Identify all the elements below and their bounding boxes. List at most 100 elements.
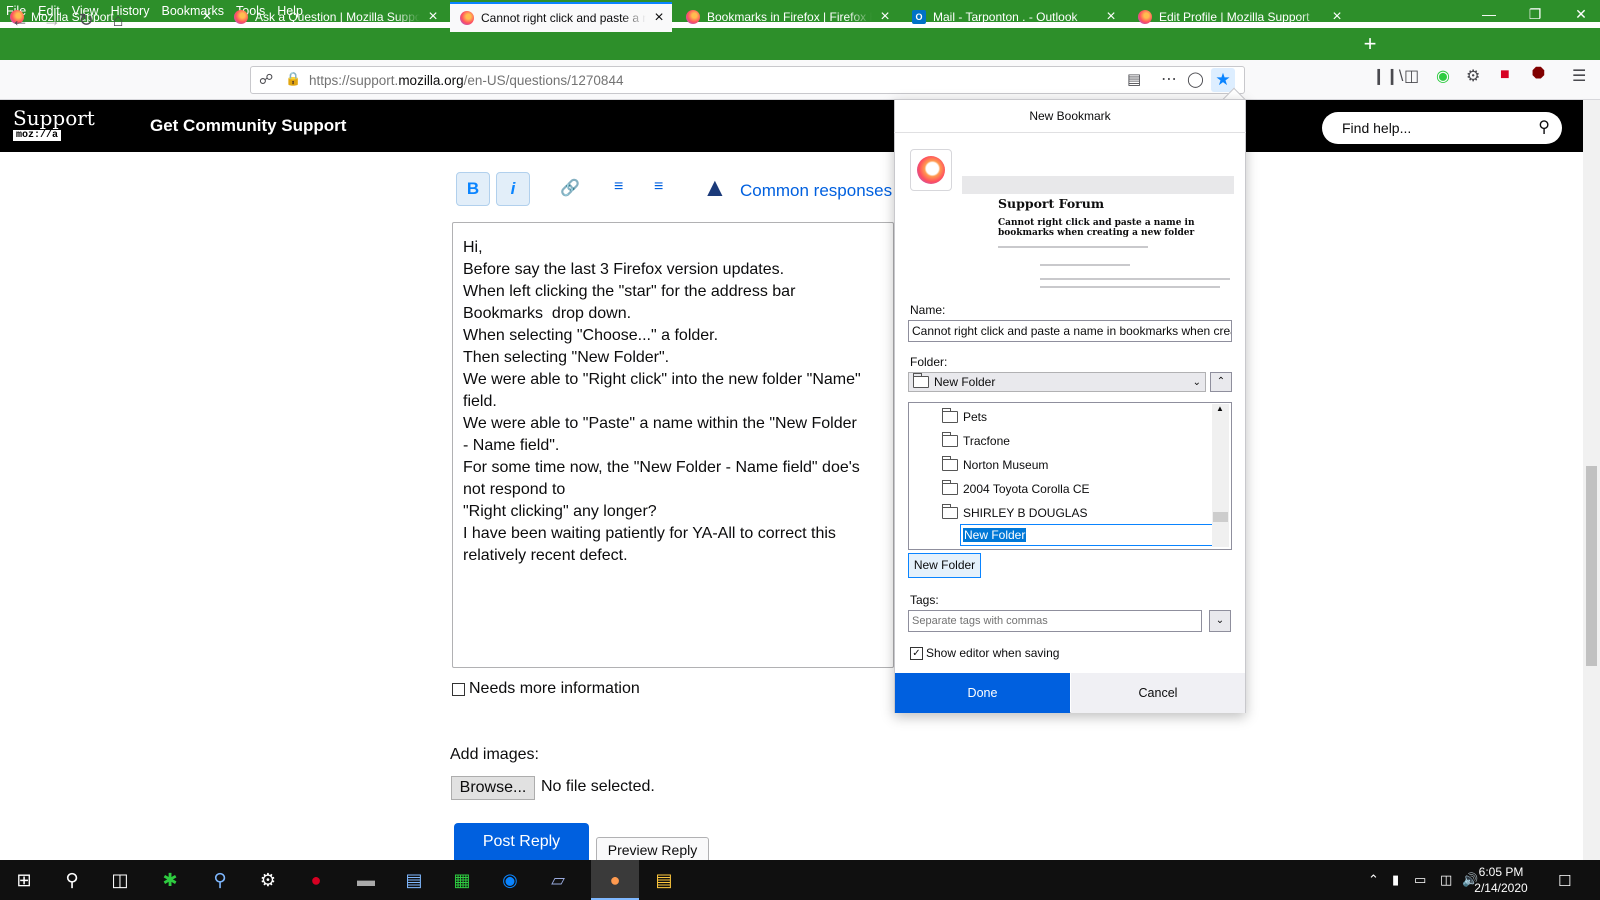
app-8-icon[interactable]: ⚙ [254,866,282,894]
file-explorer-icon[interactable]: ▤ [650,866,678,894]
pocket-icon[interactable]: ◯ [1187,70,1204,88]
common-responses-link[interactable]: Common responses [740,181,892,201]
firefox-logo-icon [917,156,945,184]
app-grey-icon[interactable]: ▬ [352,866,380,894]
back-icon[interactable]: ← [6,6,34,34]
new-folder-name-input[interactable]: New Folder [960,524,1228,546]
ublock-icon[interactable]: ⯃ [1532,66,1545,84]
tab-bookmarks-in-firefox[interactable]: Bookmarks in Firefox | Firefox Help × [676,2,898,32]
tab-title: Cannot right click and paste a name in b… [481,11,646,25]
mozilla-logo[interactable]: moz://a [13,130,62,141]
app-magnifier-icon[interactable]: ⚲ [206,866,234,894]
reload-icon[interactable]: ↻ [72,6,100,34]
folder-tree-item[interactable]: 2004 Toyota Corolla CE [942,480,1090,496]
folder-tree-item[interactable]: SHIRLEY B DOUGLAS [942,504,1088,520]
tray-network-icon[interactable]: ◫ [1440,872,1452,888]
tags-input[interactable]: Separate tags with commas [908,610,1202,632]
outlook-icon: O [912,10,926,24]
numbered-list-icon[interactable]: ≡ [614,178,623,196]
close-tab-icon[interactable]: × [194,8,220,26]
notifications-icon[interactable]: ☐ [1558,872,1571,890]
folder-name: 2004 Toyota Corolla CE [963,482,1090,496]
checkbox-box[interactable] [452,682,465,696]
library-icon[interactable]: ❙❙\ [1372,66,1403,86]
forward-icon[interactable]: → [38,6,66,34]
link-icon[interactable]: 🔗 [560,178,580,198]
support-logo[interactable]: Support [13,106,95,130]
folder-tree-item[interactable]: Pets [942,408,987,424]
extension-gears-icon[interactable]: ⚙ [1466,66,1480,86]
tray-battery-icon[interactable]: ▭ [1414,872,1426,888]
page-actions-icon[interactable]: ⋯ [1161,69,1177,89]
bookmark-name-input[interactable]: Cannot right click and paste a name in b… [908,320,1232,342]
no-file-label: No file selected. [541,778,655,795]
sidebar-icon[interactable]: ◫ [1404,66,1419,86]
firefox-icon [234,10,248,24]
url-text: https://support.mozilla.org/en-US/questi… [309,73,624,88]
tab-outlook-mail[interactable]: O Mail - Tarponton . - Outlook × [902,2,1124,32]
close-window-icon[interactable]: ✕ [1558,0,1600,28]
tab-title: Ask a Question | Mozilla Support [255,10,420,24]
lock-icon[interactable]: 🔒 [285,71,301,87]
folder-tree-scrollbar[interactable]: ▲ [1212,404,1229,547]
folder-tree-item[interactable]: Norton Museum [942,456,1048,472]
firefox-icon [460,11,474,25]
search-icon[interactable]: ⚲ [1538,117,1550,137]
minimize-icon[interactable]: — [1466,0,1512,28]
close-tab-icon[interactable]: × [872,8,898,26]
folder-tree-collapse-button[interactable]: ⌃ [1210,372,1232,392]
hamburger-menu-icon[interactable]: ☰ [1572,66,1586,86]
task-view-icon[interactable]: ◫ [106,866,134,894]
reply-textarea[interactable]: Hi, Before say the last 3 Firefox versio… [452,222,894,668]
windows-start-icon[interactable]: ⊞ [10,866,38,894]
new-tab-button[interactable]: + [1356,30,1384,58]
tab-edit-profile[interactable]: Edit Profile | Mozilla Support × [1128,2,1350,32]
excel-icon[interactable]: ▦ [448,866,476,894]
scroll-up-icon[interactable]: ▲ [1216,404,1224,413]
tracking-protection-icon[interactable]: ☍ [259,71,273,88]
tab-ask-question[interactable]: Ask a Question | Mozilla Support × [224,2,446,32]
tags-dropdown-button[interactable]: ⌄ [1209,610,1231,632]
home-icon[interactable]: ⌂ [104,6,132,34]
tray-chevron-icon[interactable]: ⌃ [1368,872,1379,888]
post-reply-button[interactable]: Post Reply [454,823,589,863]
reader-view-icon[interactable]: ▤ [1127,70,1141,88]
close-tab-icon[interactable]: × [1098,8,1124,26]
firefox-taskbar-icon[interactable]: ● [601,866,629,894]
folder-select[interactable]: New Folder ⌄ [908,372,1206,392]
wizard-hat-icon[interactable]: ▲ [702,172,728,203]
checkmark-icon[interactable]: ✓ [910,646,923,660]
new-folder-button[interactable]: New Folder [908,553,981,578]
search-input[interactable]: Find help... ⚲ [1322,112,1562,144]
editor-line: When selecting "Choose..." a folder. [463,327,719,344]
tab-cannot-right-click[interactable]: Cannot right click and paste a name in b… [450,2,672,32]
restore-icon[interactable]: ❐ [1512,0,1558,28]
app-green-icon[interactable]: ✱ [156,866,184,894]
close-tab-icon[interactable]: × [1324,8,1350,26]
app-blue-circle-icon[interactable]: ◉ [496,866,524,894]
cancel-button[interactable]: Cancel [1071,673,1245,713]
url-bar[interactable]: ☍ 🔒 https://support.mozilla.org/en-US/qu… [250,66,1245,94]
bullet-list-icon[interactable]: ≡ [654,178,663,196]
show-editor-checkbox[interactable]: ✓ Show editor when saving [910,646,1059,660]
app-red-icon[interactable]: ● [302,866,330,894]
needs-more-info-checkbox[interactable]: Needs more information [452,680,640,698]
browse-button[interactable]: Browse... [451,776,535,800]
search-icon[interactable]: ⚲ [58,866,86,894]
extension-green-icon[interactable]: ◉ [1436,66,1450,86]
done-button[interactable]: Done [895,673,1070,713]
extension-red-s-icon[interactable]: ■ [1500,66,1510,84]
app-floppy-icon[interactable]: ▤ [400,866,428,894]
tray-usb-icon[interactable]: ▮ [1392,872,1399,888]
folder-tree-item[interactable]: Tracfone [942,432,1010,448]
bold-button[interactable]: B [456,172,490,206]
folder-label: Folder: [910,355,948,369]
app-light-icon[interactable]: ▱ [544,866,572,894]
preview-text-line [1040,264,1130,266]
taskbar-clock[interactable]: 6:05 PM 2/14/2020 [1466,864,1536,896]
close-tab-icon[interactable]: × [420,8,446,26]
close-tab-icon[interactable]: × [646,9,672,27]
folder-tree-scrollbar-thumb[interactable] [1213,512,1228,522]
page-scrollbar-thumb[interactable] [1586,466,1597,666]
italic-button[interactable]: i [496,172,530,206]
